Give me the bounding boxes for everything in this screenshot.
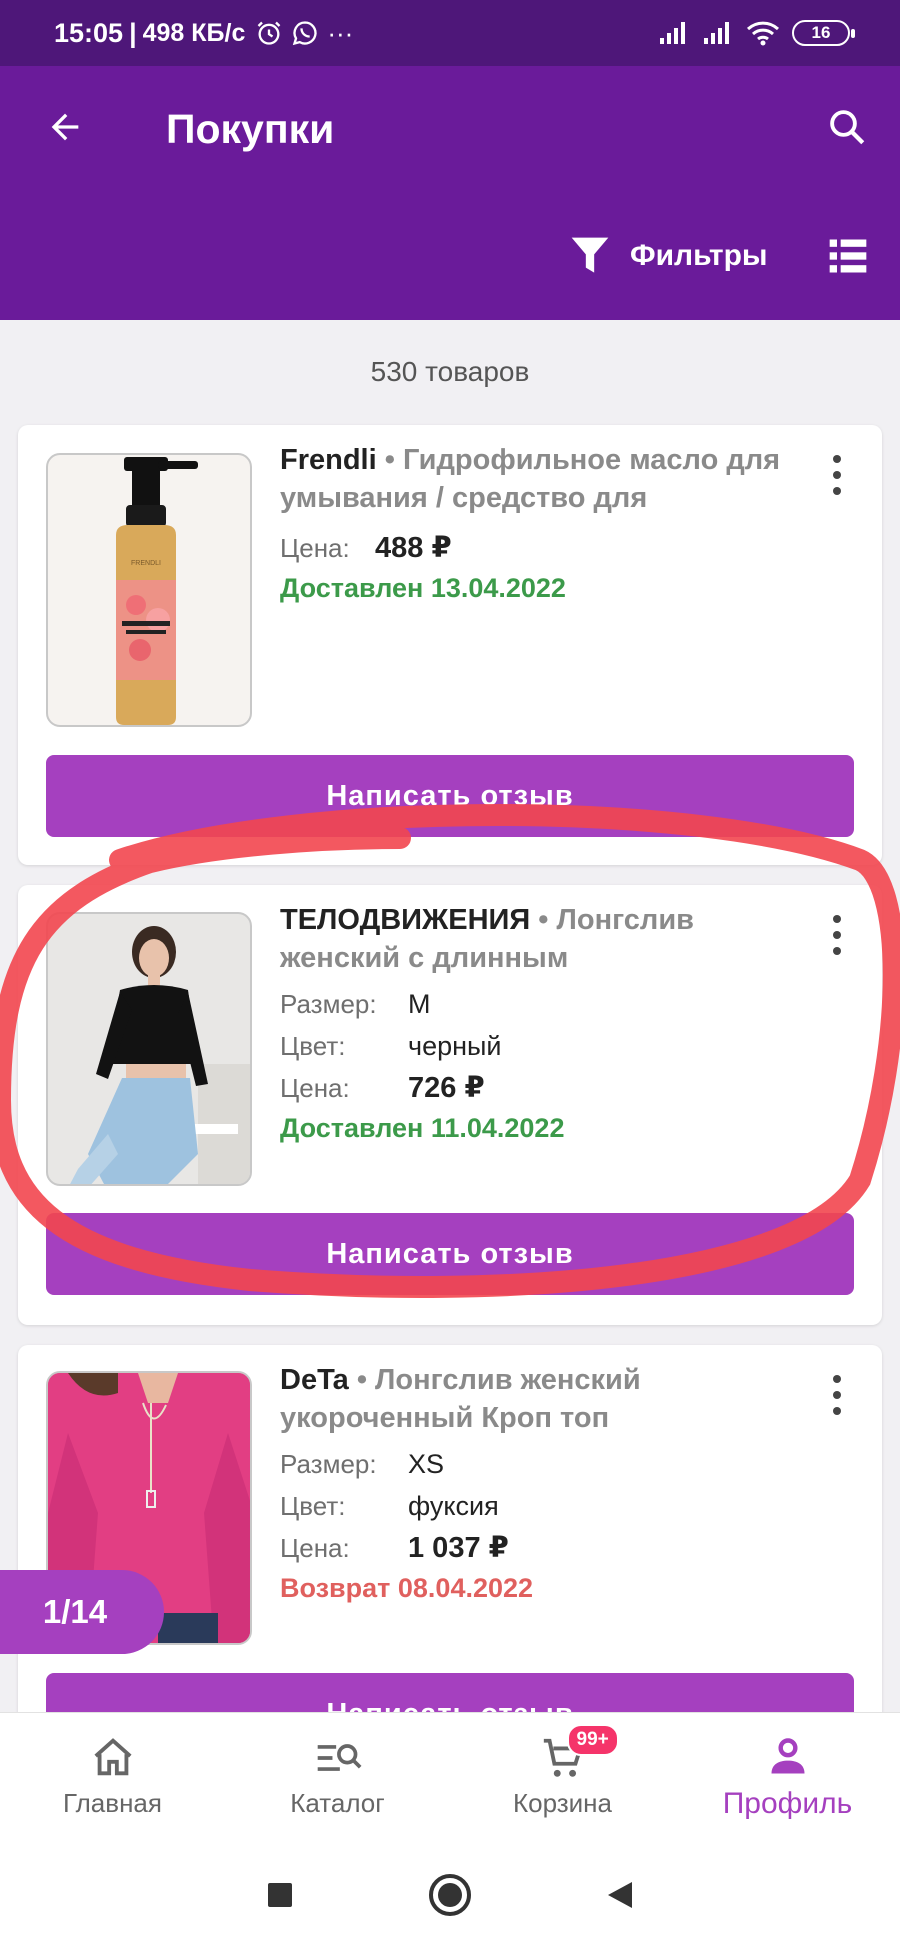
nav-profile[interactable]: Профиль <box>675 1713 900 1840</box>
product-brand: ТЕЛОДВИЖЕНИЯ <box>280 904 531 936</box>
name-separator: • <box>348 1364 376 1396</box>
product-brand: Frendli <box>280 444 377 476</box>
price-row: Цена: 726 ₽ <box>280 1067 790 1109</box>
list-view-icon <box>829 239 867 273</box>
delivery-status: Доставлен 13.04.2022 <box>280 573 566 603</box>
recents-button[interactable] <box>256 1871 304 1919</box>
size-row: Размер: XS <box>280 1443 790 1485</box>
back-button[interactable] <box>40 102 90 152</box>
nav-cart-label: Корзина <box>512 1788 613 1818</box>
nav-profile-label: Профиль <box>722 1786 853 1820</box>
page-title: Покупки <box>166 106 335 152</box>
size-value: M <box>408 989 431 1019</box>
color-value: фуксия <box>408 1491 499 1521</box>
price-label: Цена: <box>280 1073 350 1103</box>
signal-icon <box>660 22 685 44</box>
alarm-icon <box>258 21 281 45</box>
oil-bottle-image: FRENDLI <box>116 457 198 725</box>
triangle-back-icon <box>608 1882 632 1908</box>
more-options-icon[interactable] <box>832 915 842 955</box>
more-options-icon[interactable] <box>832 1375 842 1415</box>
nav-cart[interactable]: 99+ Корзина <box>450 1713 675 1840</box>
wifi-icon <box>746 21 780 46</box>
home-icon <box>89 1734 137 1782</box>
whatsapp-icon <box>293 21 317 46</box>
name-separator: • <box>530 904 557 936</box>
cart-icon: 99+ <box>539 1724 619 1782</box>
filters-button[interactable]: Фильтры <box>570 230 768 282</box>
size-label: Размер: <box>280 989 377 1019</box>
arrow-back-icon <box>51 113 79 141</box>
page-indicator: 1/14 <box>0 1570 164 1654</box>
product-brand: DeTa <box>280 1364 349 1396</box>
image-brand-text: FRENDLI <box>131 560 161 567</box>
nav-home[interactable]: Главная <box>0 1713 225 1840</box>
home-system-button[interactable] <box>426 1871 474 1919</box>
size-label: Размер: <box>280 1449 377 1479</box>
size-row: Размер: M <box>280 983 790 1025</box>
more-options-icon[interactable] <box>832 455 842 495</box>
product-name[interactable]: DeTa • Лонгслив женский укороченный Кроп… <box>280 1361 790 1437</box>
purchase-card[interactable]: DeTa • Лонгслив женский укороченный Кроп… <box>18 1345 882 1765</box>
price-value: 1 037 ₽ <box>408 1532 509 1564</box>
list-view-button[interactable] <box>826 234 870 278</box>
search-icon <box>830 110 865 145</box>
status-bar: 15:05 | 498 КБ/с ··· 16 <box>0 0 900 66</box>
name-separator: • <box>376 444 403 476</box>
color-row: Цвет: черный <box>280 1025 790 1067</box>
back-system-button[interactable] <box>596 1871 644 1919</box>
product-name[interactable]: Frendli • Гидрофильное масло для умывани… <box>280 441 790 517</box>
product-image[interactable]: FRENDLI <box>46 453 252 727</box>
nav-home-label: Главная <box>63 1788 162 1818</box>
black-longsleeve-image <box>70 926 250 1184</box>
price-row: Цена: 488 ₽ <box>280 527 790 569</box>
color-label: Цвет: <box>280 1491 346 1521</box>
status-time: 15:05 <box>54 17 124 48</box>
signal-icon-2 <box>704 22 729 44</box>
price-value: 488 ₽ <box>375 532 452 564</box>
network-speed: 498 КБ/с <box>142 18 246 47</box>
return-status: Возврат 08.04.2022 <box>280 1573 534 1603</box>
profile-icon <box>764 1733 812 1781</box>
color-label: Цвет: <box>280 1031 346 1061</box>
product-info: ТЕЛОДВИЖЕНИЯ • Лонгслив женский с длинны… <box>280 901 790 1144</box>
filter-icon <box>571 237 609 273</box>
bottom-navigation: Главная Каталог 99+ Корзина Профиль <box>0 1712 900 1840</box>
price-row: Цена: 1 037 ₽ <box>280 1527 790 1569</box>
write-review-button[interactable]: Написать отзыв <box>46 1213 854 1295</box>
delivery-status: Доставлен 11.04.2022 <box>280 1113 565 1143</box>
catalog-search-icon <box>314 1734 362 1782</box>
size-value: XS <box>408 1449 445 1479</box>
filters-label: Фильтры <box>630 239 768 272</box>
search-button[interactable] <box>822 102 872 152</box>
system-navigation-bar <box>0 1840 900 1950</box>
product-count: 530 товаров <box>370 356 530 387</box>
color-row: Цвет: фуксия <box>280 1485 790 1527</box>
cart-badge: 99+ <box>566 1724 619 1756</box>
nav-catalog-label: Каталог <box>290 1788 385 1818</box>
product-image[interactable] <box>46 912 252 1186</box>
purchase-card[interactable]: ТЕЛОДВИЖЕНИЯ • Лонгслив женский с длинны… <box>18 885 882 1325</box>
circle-icon <box>429 1874 471 1916</box>
product-info: DeTa • Лонгслив женский укороченный Кроп… <box>280 1361 790 1604</box>
product-info: Frendli • Гидрофильное масло для умывани… <box>280 441 790 604</box>
color-value: черный <box>408 1031 502 1061</box>
more-notifications-icon: ··· <box>327 17 354 48</box>
nav-catalog[interactable]: Каталог <box>225 1713 450 1840</box>
price-label: Цена: <box>280 1533 350 1563</box>
battery-icon: 16 <box>792 20 855 46</box>
app-bar: Покупки Фильтры <box>0 66 900 320</box>
product-name[interactable]: ТЕЛОДВИЖЕНИЯ • Лонгслив женский с длинны… <box>280 901 790 977</box>
purchase-card[interactable]: FRENDLI Frendli • Гидрофильное масло для… <box>18 425 882 865</box>
price-label: Цена: <box>280 533 350 563</box>
price-value: 726 ₽ <box>408 1072 485 1104</box>
write-review-button[interactable]: Написать отзыв <box>46 755 854 837</box>
square-icon <box>268 1883 292 1907</box>
